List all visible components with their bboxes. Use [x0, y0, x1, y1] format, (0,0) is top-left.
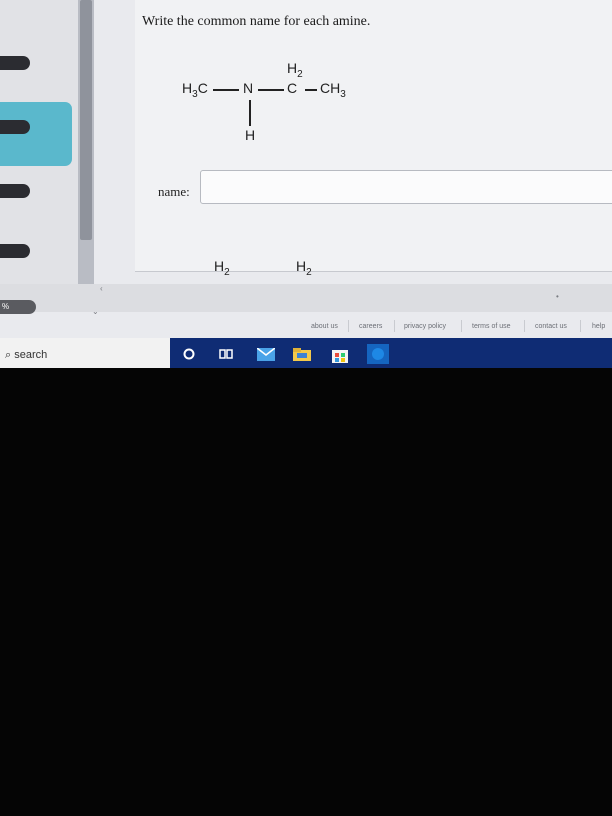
- browser-screen: Write the common name for each amine. H2…: [0, 0, 612, 368]
- footer-divider: [348, 320, 349, 332]
- question-divider: [135, 271, 612, 272]
- sidebar-item-active[interactable]: [0, 102, 72, 166]
- sidebar-item-1[interactable]: [0, 56, 30, 70]
- bond-n-c: [258, 89, 284, 91]
- progress-badge: %: [0, 300, 36, 314]
- footer-divider: [524, 320, 525, 332]
- cortana-circle-icon[interactable]: [182, 347, 196, 361]
- dot-icon: •: [556, 292, 559, 301]
- footer-divider: [580, 320, 581, 332]
- next-structure-h2-a: H2: [214, 258, 230, 278]
- hydrogen-atom: H: [245, 127, 256, 143]
- sidebar-item-3[interactable]: [0, 184, 30, 198]
- question-prompt: Write the common name for each amine.: [142, 14, 371, 29]
- chevron-down-icon[interactable]: ⌄: [92, 307, 99, 316]
- carbon-atom: C: [287, 80, 298, 96]
- bond-c-ch3: [305, 89, 317, 91]
- bond-c-n: [213, 89, 239, 91]
- edge-icon[interactable]: [366, 344, 390, 364]
- chevron-left-icon[interactable]: ‹: [100, 284, 103, 293]
- mail-icon[interactable]: [256, 347, 276, 361]
- sidebar-item-4[interactable]: [0, 244, 30, 258]
- sidebar-item-2[interactable]: [0, 120, 30, 134]
- task-view-icon[interactable]: [218, 347, 234, 361]
- nitrogen-atom: N: [243, 80, 254, 96]
- footer-terms-of-use[interactable]: terms of use: [472, 323, 511, 330]
- h2-label: H2: [287, 60, 303, 80]
- h3c-group: H3C: [182, 80, 208, 100]
- taskbar-search-label: ⌕ search: [5, 349, 48, 361]
- bond-n-h: [249, 100, 251, 126]
- footer-privacy-policy[interactable]: privacy policy: [404, 323, 446, 330]
- footer-contact-us[interactable]: contact us: [535, 323, 567, 330]
- footer-help[interactable]: help: [592, 323, 605, 330]
- footer-careers[interactable]: careers: [359, 323, 382, 330]
- ch3-group: CH3: [320, 80, 346, 100]
- assignment-sidebar: [0, 0, 78, 300]
- question-panel: [135, 0, 612, 272]
- sidebar-scroll-thumb[interactable]: [80, 0, 92, 240]
- footer-about-us[interactable]: about us: [311, 323, 338, 330]
- next-structure-h2-b: H2: [296, 258, 312, 278]
- footer-divider: [461, 320, 462, 332]
- amine-name-input[interactable]: [200, 170, 612, 204]
- store-icon[interactable]: [330, 347, 350, 363]
- file-explorer-icon[interactable]: [292, 347, 312, 361]
- name-label: name:: [158, 184, 190, 199]
- footer-divider: [394, 320, 395, 332]
